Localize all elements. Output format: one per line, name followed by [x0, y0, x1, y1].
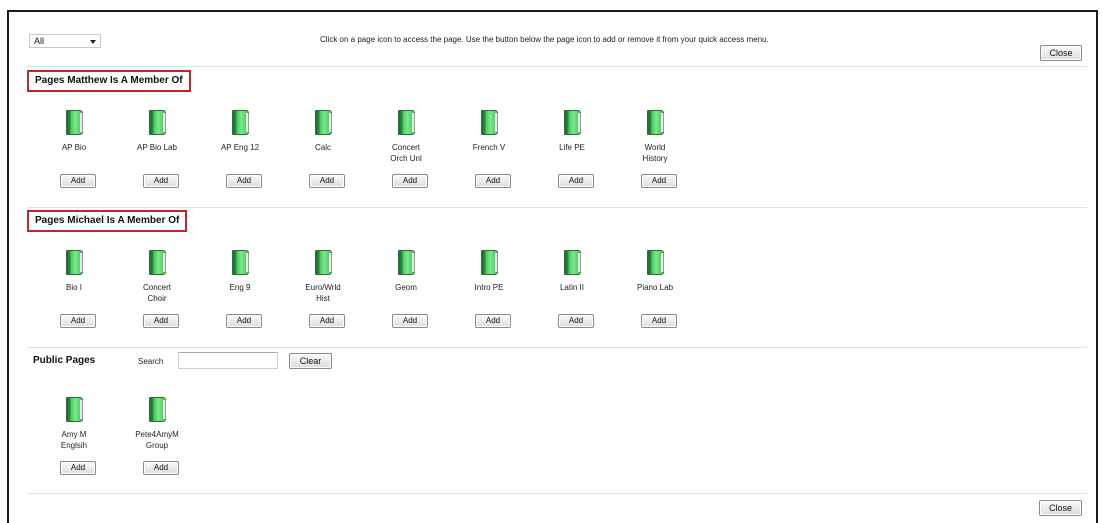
- add-button[interactable]: Add: [309, 314, 345, 328]
- book-icon[interactable]: [398, 250, 415, 275]
- book-icon[interactable]: [315, 250, 332, 275]
- page-label: AP Eng 12: [220, 143, 260, 152]
- page-label: Geom: [395, 283, 417, 292]
- chevron-down-icon: [90, 40, 96, 44]
- close-button-top[interactable]: Close: [1040, 45, 1082, 61]
- add-button[interactable]: Add: [475, 314, 511, 328]
- book-icon[interactable]: [149, 250, 166, 275]
- book-icon[interactable]: [315, 110, 332, 135]
- page-label: Euro/Wrld Hist: [305, 283, 341, 303]
- book-icon[interactable]: [232, 250, 249, 275]
- page-label: Piano Lab: [636, 283, 674, 292]
- add-button[interactable]: Add: [60, 461, 96, 475]
- divider: [27, 493, 1087, 494]
- book-icon[interactable]: [647, 250, 664, 275]
- page-label: French V: [472, 143, 506, 152]
- book-icon[interactable]: [149, 397, 166, 422]
- instructions-text: Click on a page icon to access the page.…: [320, 35, 769, 44]
- page-label: Pete4AmyM Group: [135, 430, 179, 450]
- add-button[interactable]: Add: [309, 174, 345, 188]
- add-button[interactable]: Add: [392, 174, 428, 188]
- section-title-michael: Pages Michael Is A Member Of: [27, 210, 188, 232]
- page-filter-value: All: [34, 36, 45, 46]
- add-button[interactable]: Add: [558, 314, 594, 328]
- add-button[interactable]: Add: [475, 174, 511, 188]
- add-button[interactable]: Add: [392, 314, 428, 328]
- book-icon[interactable]: [66, 250, 83, 275]
- add-button[interactable]: Add: [60, 174, 96, 188]
- section-title-matthew: Pages Matthew Is A Member Of: [27, 70, 191, 92]
- add-button[interactable]: Add: [226, 174, 262, 188]
- page-label: Latin II: [559, 283, 584, 292]
- search-input[interactable]: [178, 352, 278, 369]
- book-icon[interactable]: [66, 110, 83, 135]
- page-label: Concert Choir: [142, 283, 171, 303]
- book-icon[interactable]: [398, 110, 415, 135]
- divider: [27, 66, 1087, 67]
- page-label: World History: [642, 143, 668, 163]
- page-label: Calc: [314, 143, 331, 152]
- add-button[interactable]: Add: [143, 314, 179, 328]
- divider: [27, 347, 1087, 348]
- add-button[interactable]: Add: [226, 314, 262, 328]
- add-button[interactable]: Add: [143, 174, 179, 188]
- book-icon[interactable]: [232, 110, 249, 135]
- book-icon[interactable]: [564, 110, 581, 135]
- page-filter-select[interactable]: All: [29, 34, 101, 48]
- page-label: Eng 9: [229, 283, 251, 292]
- page-label: AP Bio Lab: [137, 143, 177, 152]
- search-label: Search: [138, 357, 164, 366]
- book-icon[interactable]: [481, 110, 498, 135]
- add-button[interactable]: Add: [641, 174, 677, 188]
- page-label: Concert Orch Unl: [390, 143, 422, 163]
- page-label: Amy M Englsih: [60, 430, 88, 450]
- close-button-bottom[interactable]: Close: [1039, 500, 1082, 516]
- book-icon[interactable]: [564, 250, 581, 275]
- section-title-public: Public Pages: [33, 355, 96, 366]
- add-button[interactable]: Add: [143, 461, 179, 475]
- page-label: Life PE: [559, 143, 585, 152]
- add-button[interactable]: Add: [558, 174, 594, 188]
- add-button[interactable]: Add: [60, 314, 96, 328]
- book-icon[interactable]: [647, 110, 664, 135]
- book-icon[interactable]: [66, 397, 83, 422]
- add-button[interactable]: Add: [641, 314, 677, 328]
- page-label: Bio I: [65, 283, 82, 292]
- page-label: Intro PE: [474, 283, 504, 292]
- divider: [27, 207, 1087, 208]
- book-icon[interactable]: [149, 110, 166, 135]
- book-icon[interactable]: [481, 250, 498, 275]
- page-label: AP Bio: [61, 143, 87, 152]
- clear-button[interactable]: Clear: [289, 353, 332, 369]
